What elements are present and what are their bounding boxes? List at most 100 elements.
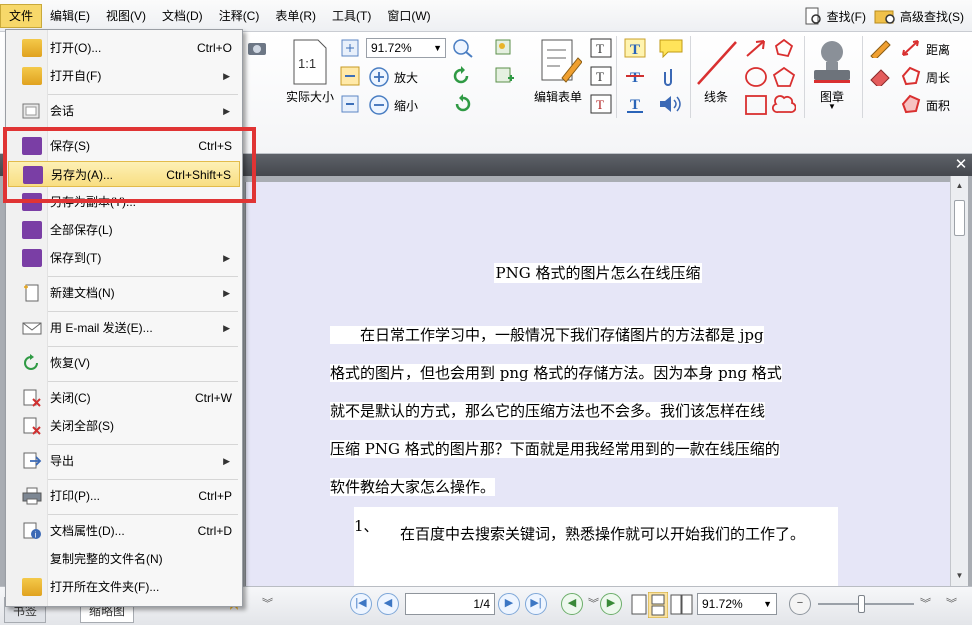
actual-size-button[interactable]: 1:1 实际大小: [286, 36, 338, 106]
forward-button[interactable]: ▶: [600, 593, 622, 615]
open-from-globe-icon: [22, 67, 42, 85]
menu-tools[interactable]: 工具(T): [324, 4, 379, 28]
typewriter-icon[interactable]: T: [624, 38, 646, 58]
menu-edit[interactable]: 编辑(E): [42, 4, 98, 28]
pencil-icon[interactable]: [868, 38, 892, 58]
zoom-slider-knob[interactable]: [858, 595, 865, 613]
menu-view[interactable]: 视图(V): [98, 4, 154, 28]
area-button[interactable]: 面积: [900, 94, 960, 116]
pentagon-tool-icon[interactable]: [772, 66, 796, 88]
strikeout-icon[interactable]: T: [624, 66, 646, 86]
sound-icon[interactable]: [658, 94, 684, 114]
menu-document[interactable]: 文档(D): [154, 4, 211, 28]
distance-button[interactable]: 距离: [900, 38, 960, 60]
menu-item-copy-filename[interactable]: 复制完整的文件名(N): [8, 546, 240, 572]
back-button[interactable]: ◀: [561, 593, 583, 615]
perimeter-button[interactable]: 周长: [900, 66, 960, 88]
text-field-icon[interactable]: T: [590, 38, 612, 58]
vertical-scrollbar[interactable]: ▲ ▼: [950, 176, 968, 586]
menu-item-save-all[interactable]: 全部保存(L): [8, 217, 240, 243]
scroll-down-icon[interactable]: ▼: [951, 568, 968, 584]
last-page-button[interactable]: ▶|: [525, 593, 547, 615]
paragraph-line-text: 格式的图片，但也会用到 png 格式的存储方法。因为本身 png 格式: [330, 364, 782, 382]
page-number-input[interactable]: 1/4: [405, 593, 495, 615]
menu-item-label: 打开所在文件夹(F)...: [50, 580, 160, 594]
menu-item-revert[interactable]: 恢复(V): [8, 350, 240, 376]
add-image-icon[interactable]: [494, 66, 516, 86]
edit-form-button[interactable]: 编辑表单: [532, 36, 588, 110]
scroll-up-icon[interactable]: ▲: [951, 178, 968, 194]
menu-item-close-all[interactable]: 关闭全部(S): [8, 413, 240, 439]
find-button[interactable]: 查找(F): [803, 4, 866, 28]
svg-text:T: T: [630, 97, 640, 113]
actual-size-icon-text: 1:1: [298, 56, 316, 71]
menu-item-save-to[interactable]: 保存到(T) ▶: [8, 245, 240, 271]
callout-text-icon[interactable]: T: [590, 94, 612, 114]
select-image-icon[interactable]: [494, 38, 516, 58]
chevron-double-down-icon[interactable]: ︾: [946, 595, 957, 611]
chevron-double-down-icon[interactable]: ︾: [920, 595, 931, 611]
menu-item-close[interactable]: 关闭(C) Ctrl+W: [8, 385, 240, 411]
scrollbar-thumb[interactable]: [954, 200, 965, 236]
single-page-icon[interactable]: [630, 594, 648, 616]
menu-item-email[interactable]: 用 E-mail 发送(E)... ▶: [8, 315, 240, 341]
ribbon-separator: [690, 36, 691, 118]
underline-icon[interactable]: T: [624, 94, 646, 114]
rotate-left-icon[interactable]: [452, 66, 472, 86]
paragraph-line-text: 压缩 PNG 格式的图片那？下面就是用我经常用到的一款在线压缩的: [330, 440, 780, 458]
svg-text:T: T: [630, 70, 640, 86]
arrow-tool-icon[interactable]: [744, 38, 768, 58]
polygon-cloud-icon[interactable]: [772, 38, 796, 58]
menu-item-new-document[interactable]: 新建文档(N) ▶: [8, 280, 240, 306]
zoom-out-status-button[interactable]: −: [789, 593, 811, 615]
menu-separator: [48, 444, 238, 445]
note-icon[interactable]: [658, 38, 684, 58]
distance-label: 距离: [926, 43, 951, 57]
menu-file[interactable]: 文件: [0, 3, 43, 28]
menu-window[interactable]: 窗口(W): [379, 4, 438, 28]
menu-item-open-folder[interactable]: 打开所在文件夹(F)...: [8, 574, 240, 600]
advanced-find-button[interactable]: 高级查找(S): [874, 4, 964, 28]
fit-page-icon[interactable]: [340, 38, 360, 58]
zoom-in-button[interactable]: 放大: [368, 66, 428, 88]
menu-item-properties[interactable]: i 文档属性(D)... Ctrl+D: [8, 518, 240, 544]
menu-item-open[interactable]: 打开(O)... Ctrl+O: [8, 35, 240, 61]
zoom-slider[interactable]: [818, 595, 914, 613]
rectangle-tool-icon[interactable]: [744, 94, 768, 116]
menu-comment[interactable]: 注释(C): [211, 4, 268, 28]
menu-item-open-from[interactable]: 打开自(F) ▶: [8, 63, 240, 89]
cloud-tool-icon[interactable]: [772, 94, 796, 116]
new-document-icon: [24, 284, 39, 302]
lines-button[interactable]: 线条: [694, 36, 742, 110]
menu-item-print[interactable]: 打印(P)... Ctrl+P: [8, 483, 240, 509]
attachment-icon[interactable]: [662, 66, 680, 88]
ellipse-tool-icon[interactable]: [744, 66, 768, 88]
status-zoom-select[interactable]: 91.72% ▼: [697, 593, 777, 615]
menu-item-label: 关闭(C): [50, 391, 91, 405]
menu-item-export[interactable]: 导出 ▶: [8, 448, 240, 474]
menu-form[interactable]: 表单(R): [267, 4, 324, 28]
previous-page-button[interactable]: ◀: [377, 593, 399, 615]
fit-width-icon[interactable]: [340, 66, 360, 86]
text-box-icon[interactable]: T: [590, 66, 612, 86]
zoom-select[interactable]: 91.72% ▼: [366, 38, 446, 58]
stamp-button[interactable]: 图章 ▼: [808, 36, 858, 116]
next-page-button[interactable]: ▶: [498, 593, 520, 615]
rotate-right-icon[interactable]: [452, 94, 472, 114]
close-icon[interactable]: ✕: [952, 156, 970, 174]
paragraph-line: 软件教给大家怎么操作。: [330, 468, 830, 506]
perimeter-icon: [901, 66, 921, 86]
zoom-out-button[interactable]: 缩小: [368, 94, 428, 116]
zoom-tool-icon[interactable]: [452, 38, 474, 58]
chevron-double-down-icon[interactable]: ︾: [588, 595, 599, 611]
chevron-double-down-icon[interactable]: ︾: [262, 595, 273, 611]
fit-visible-icon[interactable]: [340, 94, 360, 114]
facing-pages-icon[interactable]: [670, 594, 694, 616]
menu-item-label: 新建文档(N): [50, 286, 115, 300]
continuous-page-icon[interactable]: [648, 592, 668, 618]
menu-item-session[interactable]: 会话 ▶: [8, 98, 240, 124]
camera-icon[interactable]: [246, 38, 268, 58]
save-all-floppy-icon: [22, 221, 42, 239]
eraser-icon[interactable]: [868, 66, 892, 86]
first-page-button[interactable]: |◀: [350, 593, 372, 615]
